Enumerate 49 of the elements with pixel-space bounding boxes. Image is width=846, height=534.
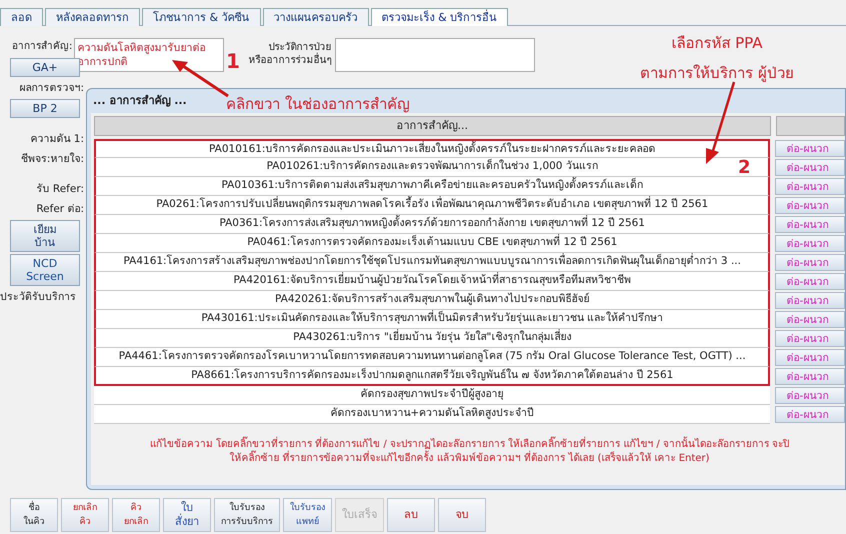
table-cell[interactable]: คัดกรองสุขภาพประจำปีผู้สูงอายุ <box>94 386 770 405</box>
table-cell[interactable]: PA420161:จัดบริการเยี่ยมบ้านผู้ป่วยวัณโรคโดยเจ้าหน้าที่สาธารณสุขหรือทีมสหวิชาชีพ <box>94 272 770 291</box>
table-cell[interactable]: PA430261:บริการ "เยี่ยมบ้าน วัยรุ่น วัยใส"เชิงรุกในกลุ่มเสี่ยง <box>94 329 770 348</box>
history-field[interactable] <box>335 38 536 72</box>
toolbar-button[interactable]: คิว ยกเลิก <box>112 498 160 532</box>
field-label: อาการสำคัญ: <box>12 40 72 53</box>
toolbar-button[interactable]: จบ <box>438 498 486 532</box>
annotation-text: คลิกขวา ในช่องอาการสำคัญ <box>226 95 410 113</box>
step-number: 1 <box>226 50 240 72</box>
toolbar-button[interactable]: ใบรับรอง แพทย์ <box>283 498 332 532</box>
field-label: ประวัติการป่วย หรืออาการร่วมอื่นๆ <box>248 41 332 67</box>
instruction-text: แก้ไขข้อความ โดยคลิ๊กขวาที่รายการ ที่ต้องการแก้ไข / จะปรากฏไดอะล๊อกรายการ ให้เลือกคลิ๊กซ้ายที่รายการ แก้ไขฯ / จากนั้นไดอะล๊อกรายการ จะปิ ให้คลิ๊กซ้าย ที่รายการข้อความที่จะแก้ไขอีกครั้ง แล้วพิมพ์ข้อความฯ ที่ต้องการ ได้เลย (เสร็จแล้วให้ เคาะ Enter) <box>94 438 845 466</box>
field-label: รับ Refer: <box>36 182 84 197</box>
table-cell[interactable]: PA8661:โครงการบริการคัดกรองมะเร็งปากมดลูกแกสตรีวัยเจริญพันธ์ใน ๗ จังหวัดภาคใต้ตอนล่าง ปี 2561 <box>94 367 770 386</box>
field-label: ผลการตรวจฯ: <box>18 81 84 96</box>
tab[interactable]: ตรวจมะเร็ง & บริการอื่น <box>370 8 508 26</box>
toolbar-button[interactable]: ชื่อ ในคิว <box>10 498 58 532</box>
field-label: ความดัน 1: <box>29 132 84 147</box>
panel-button[interactable]: BP 2 <box>10 99 80 118</box>
panel-button[interactable]: NCD Screen <box>10 254 80 286</box>
table-cell[interactable]: PA0361:โครงการส่งเสริมสุขภาพหญิงตั้งครรภ์ด้วยการออกกำลังกาย เขตสุขภาพที่ 12 ปี 2561 <box>94 215 770 234</box>
table-cell[interactable]: PA010361:บริการติดตามส่งเสริมสุขภาพภาคีเครือข่ายและครอบครัวในหญิงตั้งครรภ์และเด็ก <box>94 177 770 196</box>
field-label: ประวัติรับบริการ <box>0 290 77 305</box>
dialog-title: ... อาการสำคัญ ... <box>93 92 187 109</box>
table-cell[interactable]: PA0261:โครงการปรับเปลี่ยนพฤติกรรมสุขภาพลดโรคเรื้อรัง เพื่อพัฒนาคุณภาพชีวิตระดับอำเภอ เขตสุขภาพที่ 12 ปี 2561 <box>94 196 770 215</box>
table-cell[interactable]: PA4461:โครงการตรวจคัดกรองโรคเบาหวานโดยการทดสอบความทนทานต่อกลูโคส (75 กรัม Oral Glucose Tolerance Test, OGTT) ... <box>94 348 770 367</box>
column-header: อาการสำคัญ... <box>94 116 771 136</box>
field-label: Refer ต่อ: <box>35 202 84 217</box>
table-cell[interactable]: PA430161:ประเมินคัดกรองและให้บริการสุขภาพที่เป็นมิตรสำหรับวัยรุ่นและเยาวชน และให้คำปรึกษา <box>94 310 770 329</box>
step-number: 2 <box>738 158 751 178</box>
toolbar-button[interactable]: ใบ สั่งยา <box>163 498 211 532</box>
toolbar-button[interactable]: ลบ <box>387 498 435 532</box>
table-cell[interactable]: PA010161:บริการคัดกรองและประเมินภาวะเสี่ยงในหญิงตั้งครรภ์ในระยะฝากครรภ์และระยะคลอด <box>94 139 770 158</box>
tab[interactable]: ลอด <box>0 8 43 26</box>
panel-button[interactable]: GA+ <box>10 58 80 77</box>
toolbar-button[interactable]: ใบรับรอง การรับบริการ <box>214 498 280 532</box>
field-label: ชีพจร:หายใจ: <box>20 152 84 167</box>
table-cell[interactable]: คัดกรองเบาหวาน+ความดันโลหิตสูงประจำปี <box>94 405 770 424</box>
tab[interactable]: วางแผนครอบครัว <box>262 8 369 26</box>
tab[interactable]: โภชนาการ & วัคซีน <box>142 8 261 26</box>
annotation-text: เลือกรหัส PPA ตามการให้บริการ ผู้ป่วย <box>640 33 794 84</box>
column-header <box>776 116 845 136</box>
arrow-icon <box>170 58 230 98</box>
table-cell[interactable]: PA0461:โครงการตรวจคัดกรองมะเร็งเต้านมแบบ CBE เขตสุขภาพที่ 12 ปี 2561 <box>94 234 770 253</box>
table-cell[interactable]: PA420261:จัดบริการสร้างเสริมสุขภาพในผู้เดินทางไปประกอบพิธีฮัจย์ <box>94 291 770 310</box>
tab[interactable]: หลังคลอดทารก <box>45 8 140 26</box>
toolbar-button[interactable]: ยกเลิก คิว <box>61 498 109 532</box>
table-cell[interactable]: PA4161:โครงการสร้างเสริมสุขภาพช่องปากโดยการใช้ชุดโปรแกรมทันตสุขภาพแบบบูรณาการเพื่อลดการเกิดฟันผุในเด็กอายุต่ำกว่า 3 ... <box>94 253 770 272</box>
panel-button[interactable]: เยียม บ้าน <box>10 220 80 252</box>
